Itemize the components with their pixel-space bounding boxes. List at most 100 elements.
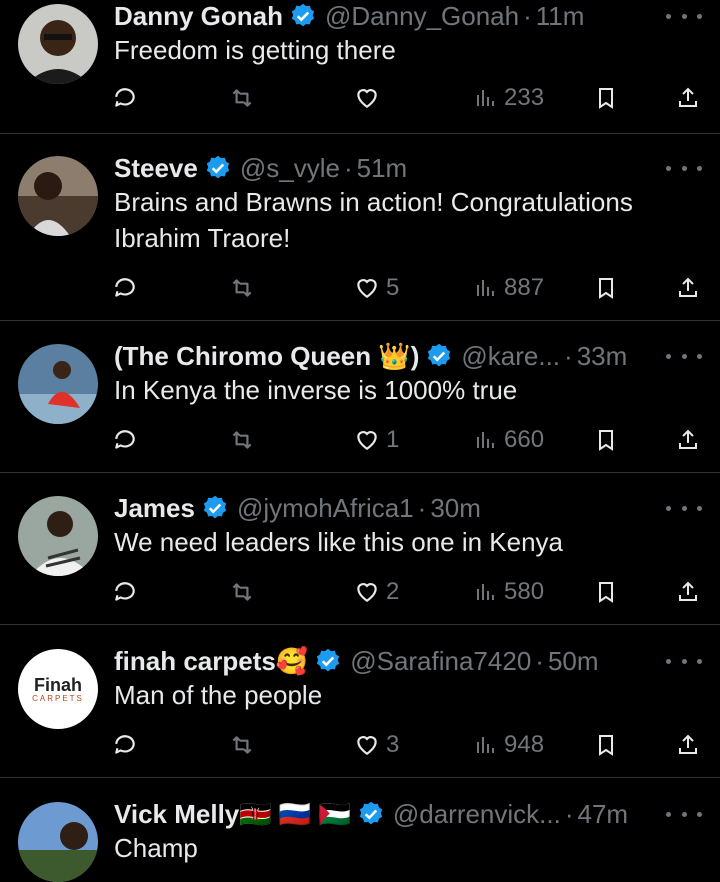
share-icon — [679, 581, 697, 601]
bookmark-button[interactable] — [594, 572, 618, 612]
tweet-text: Man of the people — [114, 680, 323, 710]
tweet[interactable]: (The Chiromo Queen 👑) @kare... · 33m In … — [0, 338, 720, 473]
tweet[interactable]: Finah CARPETS finah carpets🥰 @Sarafina74… — [0, 643, 720, 778]
view-count: 660 — [504, 426, 545, 453]
avatar[interactable]: Finah CARPETS — [18, 649, 98, 729]
handle[interactable]: @Sarafina7420 — [350, 646, 531, 677]
tweet[interactable]: James @jymohAfrica1 · 30m We need leader… — [0, 490, 720, 625]
reply-button[interactable] — [112, 268, 138, 308]
display-name[interactable]: finah carpets🥰 — [114, 646, 308, 677]
display-name[interactable]: James — [114, 493, 195, 524]
like-button[interactable]: 5 — [354, 268, 399, 308]
reply-button[interactable] — [112, 725, 138, 765]
retweet-button[interactable] — [228, 78, 256, 118]
view-count: 233 — [504, 84, 545, 111]
like-button[interactable]: 1 — [354, 420, 399, 460]
handle[interactable]: @kare... — [461, 341, 560, 372]
handle[interactable]: @darrenvick... — [393, 799, 561, 830]
avatar[interactable] — [18, 4, 98, 84]
tweet[interactable]: Steeve @s_vyle · 51m Brains and Brawns i… — [0, 150, 720, 321]
reply-button[interactable] — [112, 572, 138, 612]
views-button[interactable]: 580 — [474, 572, 544, 612]
handle[interactable]: @s_vyle — [240, 153, 340, 184]
reply-icon — [115, 582, 135, 601]
views-button[interactable]: 887 — [474, 268, 544, 308]
display-name[interactable]: (The Chiromo Queen 👑) — [114, 341, 419, 372]
handle[interactable]: @Danny_Gonah — [325, 1, 519, 32]
action-bar: 1 660 — [0, 420, 720, 460]
timestamp[interactable]: 30m — [430, 493, 481, 524]
reply-icon — [115, 278, 135, 297]
share-button[interactable] — [676, 78, 700, 118]
views-icon — [477, 280, 494, 296]
tweet-text: We need leaders like this one in Kenya — [114, 527, 564, 557]
separator: · — [343, 152, 353, 183]
bookmark-icon — [599, 582, 613, 603]
bookmark-button[interactable] — [594, 78, 618, 118]
share-icon — [679, 277, 697, 297]
retweet-icon — [232, 736, 252, 754]
action-bar: 3 948 — [0, 725, 720, 765]
tweet[interactable]: Danny Gonah @Danny_Gonah · 11m Freedom i… — [0, 0, 720, 134]
like-button[interactable] — [354, 78, 386, 118]
more-icon[interactable] — [666, 651, 702, 671]
like-button[interactable]: 2 — [354, 572, 399, 612]
avatar-logo-text: Finah — [34, 674, 82, 695]
action-bar: 2 580 — [0, 572, 720, 612]
more-icon[interactable] — [666, 498, 702, 518]
verified-badge-icon — [291, 3, 315, 27]
avatar[interactable] — [18, 344, 98, 424]
bookmark-icon — [599, 430, 613, 451]
reply-button[interactable] — [112, 420, 138, 460]
display-name[interactable]: Danny Gonah — [114, 1, 283, 32]
tweet[interactable]: Vick Melly🇰🇪 🇷🇺 🇵🇸 @darrenvick... · 47m … — [0, 796, 720, 882]
like-count: 2 — [386, 578, 400, 605]
share-button[interactable] — [676, 420, 700, 460]
views-icon — [477, 584, 494, 600]
heart-icon — [357, 279, 377, 298]
avatar[interactable] — [18, 496, 98, 576]
share-button[interactable] — [676, 725, 700, 765]
retweet-button[interactable] — [228, 725, 256, 765]
retweet-button[interactable] — [228, 572, 256, 612]
timestamp[interactable]: 33m — [577, 341, 628, 372]
display-name[interactable]: Steeve — [114, 153, 198, 184]
bookmark-button[interactable] — [594, 268, 618, 308]
retweet-button[interactable] — [228, 420, 256, 460]
timestamp[interactable]: 50m — [548, 646, 599, 677]
tweet-text: In Kenya the inverse is 1000% true — [114, 375, 518, 405]
timestamp[interactable]: 47m — [578, 799, 629, 830]
bookmark-button[interactable] — [594, 725, 618, 765]
views-button[interactable]: 233 — [474, 78, 544, 118]
timestamp[interactable]: 51m — [357, 153, 408, 184]
like-button[interactable]: 3 — [354, 725, 399, 765]
avatar[interactable] — [18, 802, 98, 882]
separator: · — [535, 645, 544, 676]
view-count: 887 — [504, 274, 545, 301]
reply-icon — [115, 735, 135, 754]
more-icon[interactable] — [666, 804, 702, 824]
bookmark-icon — [599, 735, 613, 756]
verified-badge-icon — [203, 495, 227, 519]
retweet-icon — [232, 279, 252, 297]
share-button[interactable] — [676, 572, 700, 612]
bookmark-button[interactable] — [594, 420, 618, 460]
views-button[interactable]: 948 — [474, 725, 544, 765]
display-name[interactable]: Vick Melly🇰🇪 🇷🇺 🇵🇸 — [114, 799, 351, 830]
more-icon[interactable] — [666, 6, 702, 26]
more-icon[interactable] — [666, 158, 702, 178]
retweet-icon — [232, 583, 252, 601]
more-icon[interactable] — [666, 346, 702, 366]
separator: · — [564, 798, 574, 829]
retweet-button[interactable] — [228, 268, 256, 308]
tweet-text: Freedom is getting there — [114, 35, 396, 65]
tweet-text: Brains and Brawns in action! Congratulat… — [114, 187, 633, 253]
handle[interactable]: @jymohAfrica1 — [237, 493, 414, 524]
avatar[interactable] — [18, 156, 98, 236]
views-button[interactable]: 660 — [474, 420, 544, 460]
views-icon — [477, 737, 494, 753]
share-button[interactable] — [676, 268, 700, 308]
like-count: 5 — [386, 274, 400, 301]
timestamp[interactable]: 11m — [536, 1, 585, 32]
reply-button[interactable] — [112, 78, 138, 118]
